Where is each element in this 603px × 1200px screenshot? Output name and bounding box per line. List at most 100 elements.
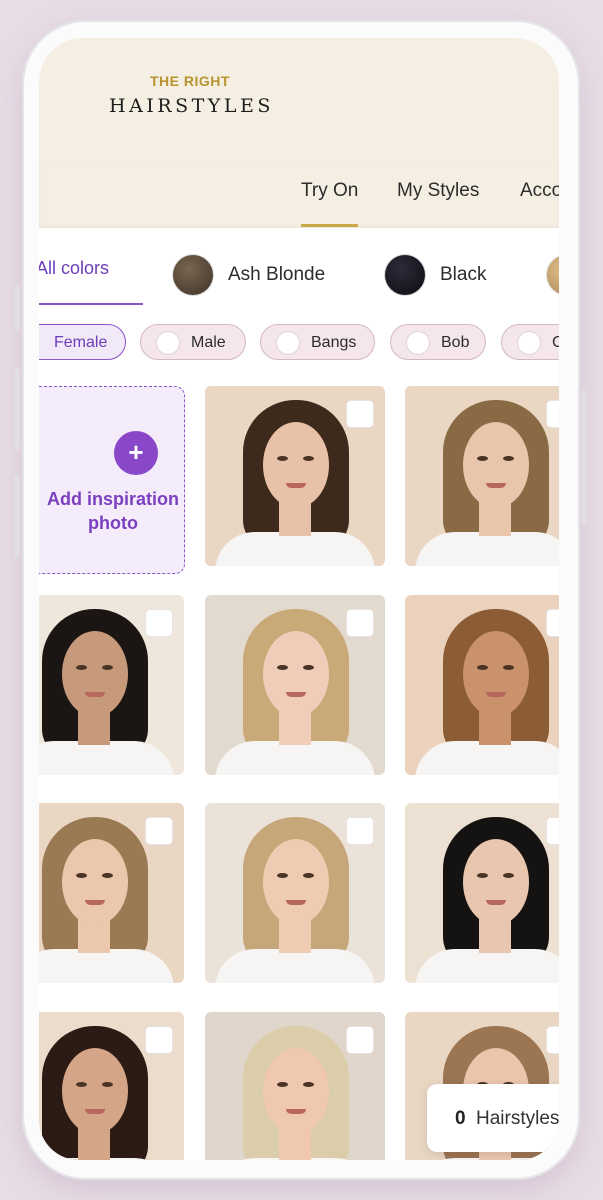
- shirt-shape: [415, 741, 559, 775]
- eye-shape: [477, 873, 488, 878]
- eye-shape: [277, 873, 288, 878]
- filter-chip-c[interactable]: C: [501, 324, 559, 360]
- color-option-all[interactable]: All colors: [39, 258, 109, 279]
- active-color-indicator: [39, 303, 143, 305]
- plus-icon: +: [114, 431, 158, 475]
- mouth-shape: [85, 1109, 105, 1114]
- eye-shape: [102, 665, 113, 670]
- eye-shape: [477, 665, 488, 670]
- tab-try-on[interactable]: Try On: [301, 180, 358, 202]
- main-nav: Try On My Styles Acco: [39, 160, 559, 228]
- hairstyle-tile-long-layered-blonde[interactable]: [205, 803, 385, 983]
- face-shape: [263, 1048, 329, 1134]
- tab-my-styles[interactable]: My Styles: [397, 180, 479, 202]
- select-checkbox[interactable]: [546, 1026, 559, 1054]
- chip-radio-icon: [518, 332, 540, 354]
- mouth-shape: [286, 692, 306, 697]
- face-shape: [62, 631, 128, 717]
- filter-chip-male[interactable]: Male: [140, 324, 246, 360]
- phone-side-button: [14, 285, 20, 331]
- tab-account[interactable]: Acco: [520, 180, 559, 202]
- eye-shape: [477, 456, 488, 461]
- face-shape: [263, 839, 329, 925]
- mouth-shape: [286, 900, 306, 905]
- hairstyle-tile-blonde-wavy-lob[interactable]: [405, 386, 559, 566]
- chip-radio-icon: [277, 332, 299, 354]
- eye-shape: [102, 1082, 113, 1087]
- hairstyle-count: 0: [455, 1108, 466, 1129]
- select-checkbox[interactable]: [346, 609, 374, 637]
- eye-shape: [303, 873, 314, 878]
- color-swatch-blonde[interactable]: [547, 255, 559, 295]
- eye-shape: [503, 456, 514, 461]
- filter-chip-label: Bangs: [311, 334, 357, 351]
- eye-shape: [303, 665, 314, 670]
- app-screen: THE RIGHT HAIRSTYLES Try On My Styles Ac…: [39, 38, 559, 1160]
- logo-bottom-text: HAIRSTYLES: [109, 95, 274, 117]
- select-checkbox[interactable]: [145, 609, 173, 637]
- filter-chip-label: Female: [54, 334, 108, 351]
- shirt-shape: [415, 949, 559, 983]
- active-tab-indicator: [301, 224, 358, 227]
- filter-chip-label: Male: [191, 334, 226, 351]
- mouth-shape: [286, 483, 306, 488]
- face-shape: [62, 1048, 128, 1134]
- chip-radio-icon: [157, 332, 179, 354]
- eye-shape: [102, 873, 113, 878]
- hairstyle-tile-blonde-straight-bob[interactable]: [39, 803, 184, 983]
- shirt-shape: [215, 741, 375, 775]
- add-inspiration-label-line1: Add inspiration: [47, 489, 179, 509]
- mouth-shape: [85, 692, 105, 697]
- eye-shape: [503, 873, 514, 878]
- chip-radio-icon: [407, 332, 429, 354]
- eye-shape: [76, 665, 87, 670]
- face-shape: [463, 839, 529, 925]
- face-shape: [463, 631, 529, 717]
- phone-side-button: [14, 475, 20, 557]
- select-checkbox[interactable]: [346, 817, 374, 845]
- hairstyle-tile-black-curly-bob[interactable]: [39, 595, 184, 775]
- filter-chip-female[interactable]: Female: [39, 324, 126, 360]
- select-checkbox[interactable]: [346, 1026, 374, 1054]
- face-shape: [62, 839, 128, 925]
- select-checkbox[interactable]: [145, 817, 173, 845]
- eye-shape: [76, 873, 87, 878]
- filter-chip-label: C: [552, 334, 559, 351]
- select-checkbox[interactable]: [346, 400, 374, 428]
- hairstyle-tile-brunette-curtain-bangs[interactable]: [205, 386, 385, 566]
- shirt-shape: [415, 532, 559, 566]
- filter-chip-bangs[interactable]: Bangs: [260, 324, 375, 360]
- select-checkbox[interactable]: [546, 400, 559, 428]
- select-checkbox[interactable]: [546, 817, 559, 845]
- face-shape: [263, 422, 329, 508]
- shirt-shape: [215, 949, 375, 983]
- select-checkbox[interactable]: [145, 1026, 173, 1054]
- color-label-ash-blonde[interactable]: Ash Blonde: [228, 264, 325, 286]
- hairstyle-tile-caramel-long-curls[interactable]: [405, 595, 559, 775]
- eye-shape: [277, 456, 288, 461]
- hairstyle-tile-blonde-shaggy-bob[interactable]: [205, 595, 385, 775]
- eye-shape: [303, 1082, 314, 1087]
- logo-top-text: THE RIGHT: [150, 73, 230, 89]
- hairstyle-counter[interactable]: 0 Hairstyles: [427, 1084, 559, 1152]
- hairstyle-tile-platinum-pixie[interactable]: [205, 1012, 385, 1160]
- phone-side-button: [581, 390, 587, 525]
- filter-chip-bob[interactable]: Bob: [390, 324, 486, 360]
- filter-chip-label: Bob: [441, 334, 470, 351]
- mouth-shape: [486, 692, 506, 697]
- app-header: THE RIGHT HAIRSTYLES: [39, 38, 559, 160]
- hairstyle-tile-dark-curly-fringe[interactable]: [39, 1012, 184, 1160]
- color-filter-row: All colors Ash Blonde Black: [39, 228, 559, 308]
- mouth-shape: [486, 900, 506, 905]
- eye-shape: [503, 665, 514, 670]
- add-inspiration-label-line2: photo: [88, 513, 138, 533]
- add-inspiration-photo-button[interactable]: + Add inspiration photo: [39, 386, 185, 574]
- color-label-black[interactable]: Black: [440, 264, 486, 286]
- eye-shape: [277, 665, 288, 670]
- select-checkbox[interactable]: [546, 609, 559, 637]
- color-swatch-ash-blonde[interactable]: [173, 255, 213, 295]
- phone-side-button: [14, 368, 20, 450]
- hairstyle-tile-black-bob-bangs[interactable]: [405, 803, 559, 983]
- color-swatch-black[interactable]: [385, 255, 425, 295]
- shirt-shape: [215, 532, 375, 566]
